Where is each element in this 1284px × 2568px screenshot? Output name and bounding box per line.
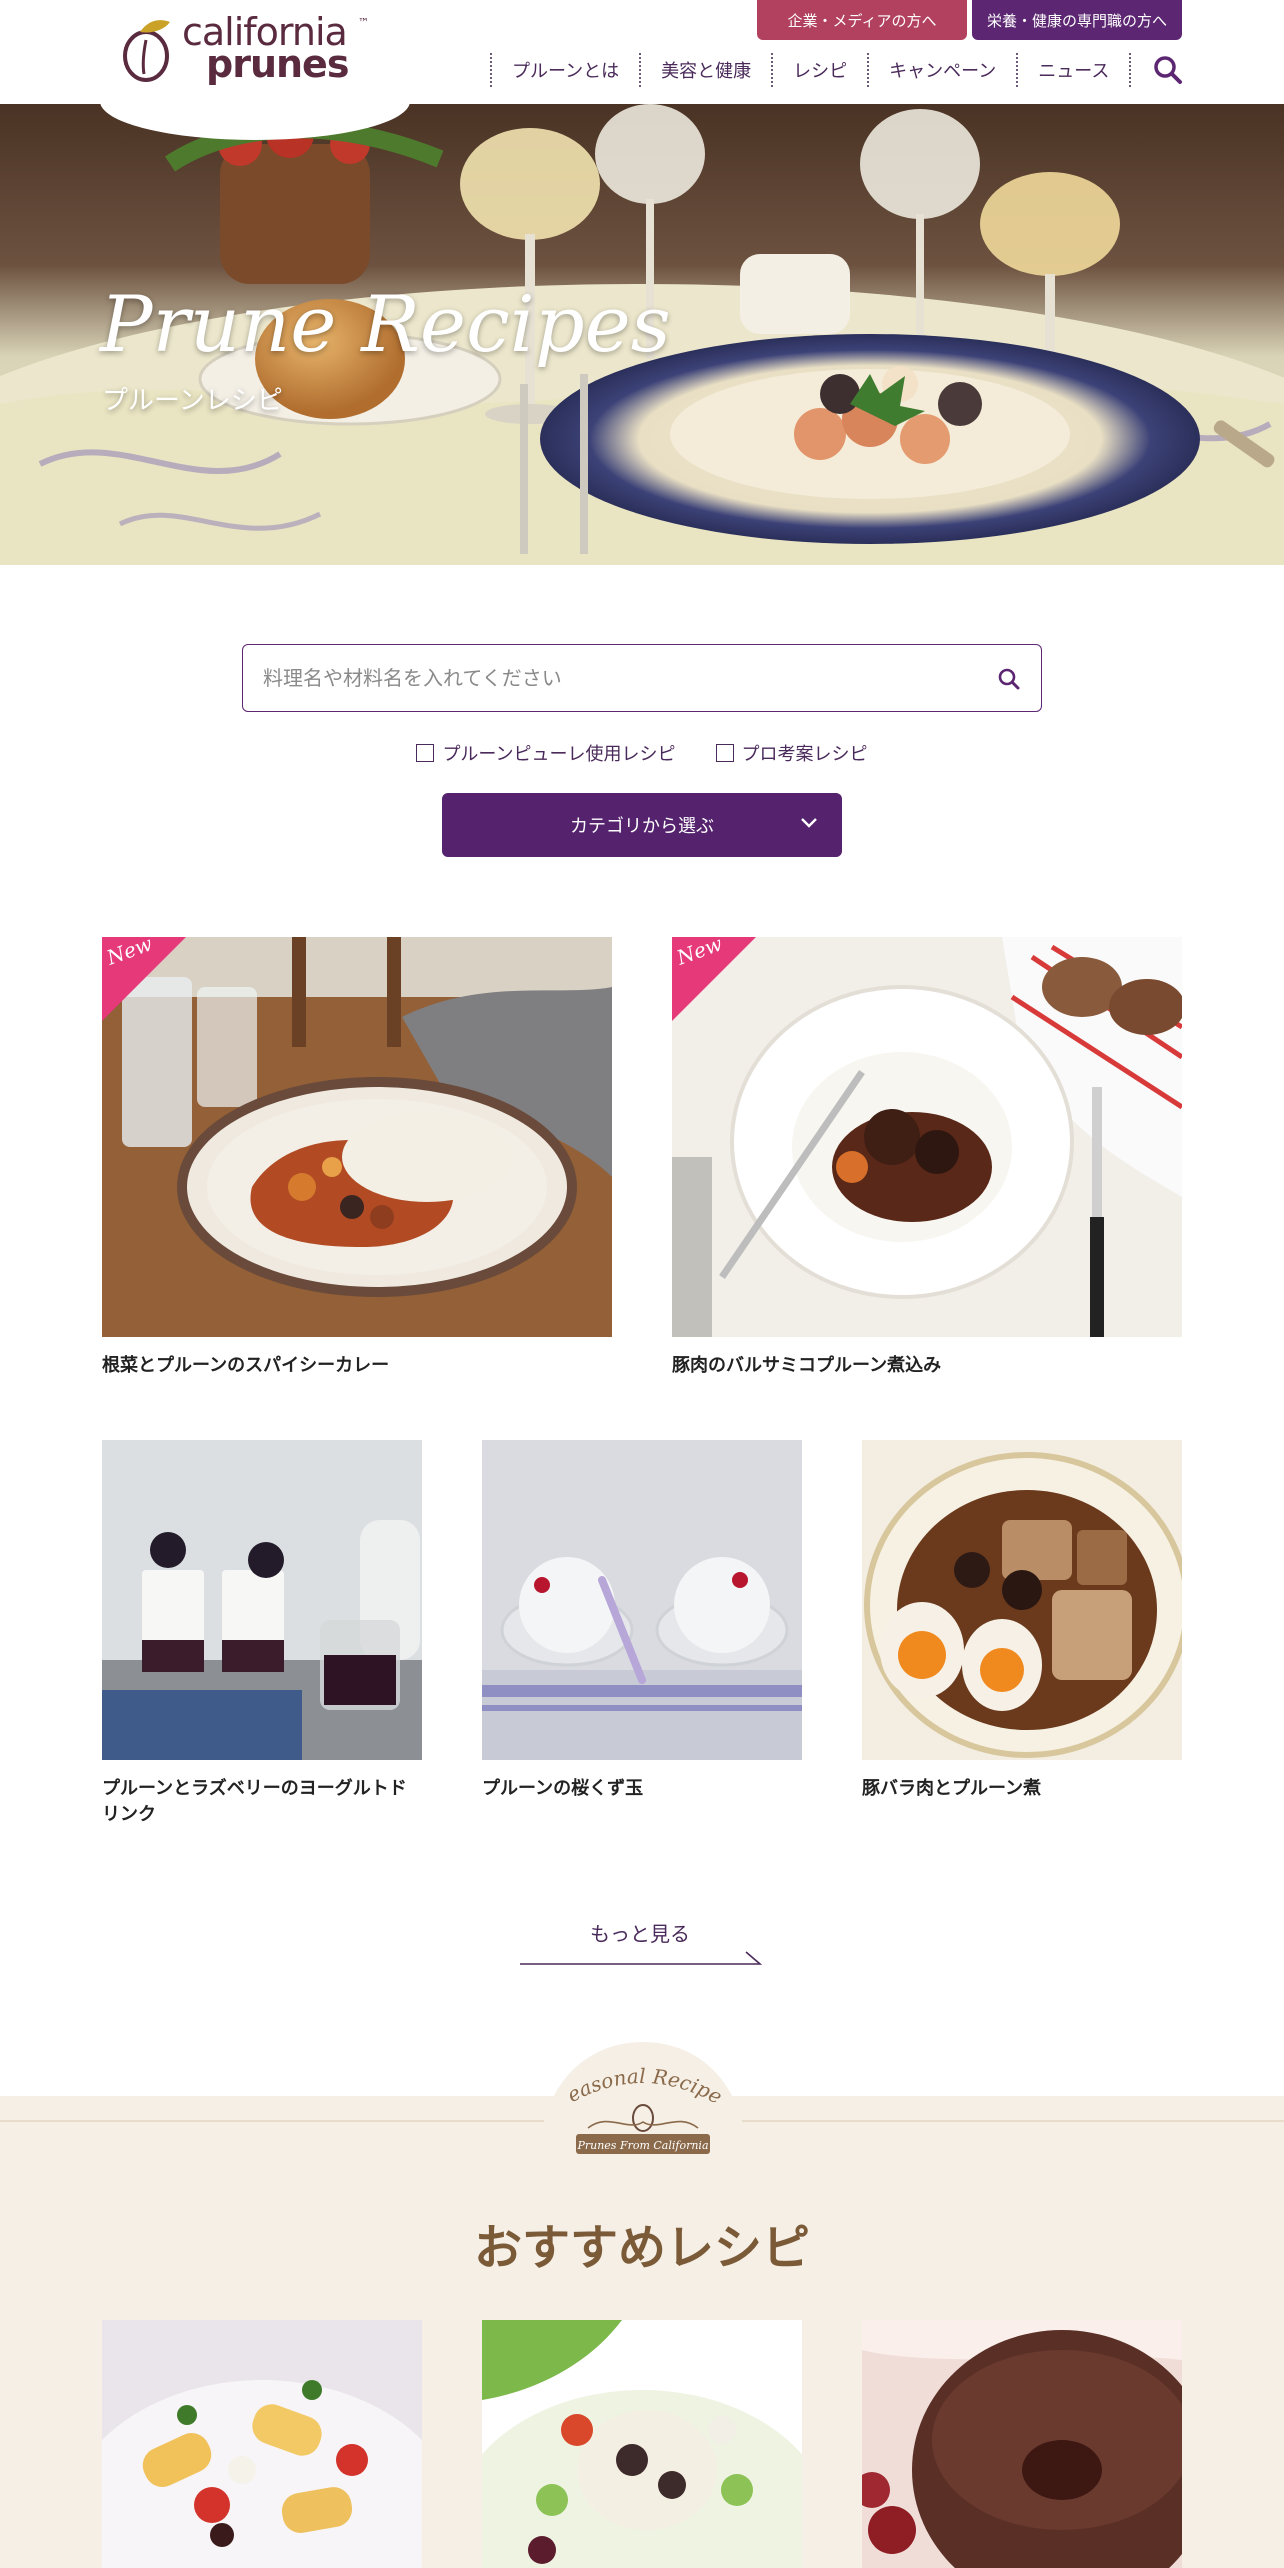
filter-label: プロ考案レシピ (741, 744, 868, 765)
badge-bottom-text: Prunes From California (576, 2139, 708, 2152)
recommended-card[interactable] (102, 2320, 422, 2568)
recipe-card[interactable]: プルーンの桜くず玉 (482, 1440, 802, 1802)
more-link-label: もっと見る (590, 1922, 690, 1946)
hero-subtitle: プルーンレシピ (102, 386, 283, 416)
professional-link-button[interactable]: 栄養・健康の専門職の方へ (972, 0, 1182, 40)
filter-puree[interactable]: プルーンピューレ使用レシピ (416, 740, 676, 766)
recipe-image[interactable] (102, 1440, 422, 1760)
new-badge: New (672, 937, 756, 1021)
arrow-right-icon (520, 1951, 763, 1965)
recipe-image[interactable] (482, 2320, 802, 2568)
main-nav: プルーンとは 美容と健康 レシピ キャンペーン ニュース (490, 52, 1132, 88)
hero-banner[interactable]: Prune Recipes プルーンレシピ (0, 104, 1284, 565)
search-icon[interactable] (997, 667, 1021, 691)
recipe-title[interactable]: 豚肉のバルサミコプルーン煮込み (672, 1353, 1182, 1379)
recipe-image[interactable] (862, 1440, 1182, 1760)
logo-text-prunes: prunes (206, 42, 349, 86)
filter-pro[interactable]: プロ考案レシピ (715, 740, 868, 766)
checkbox[interactable] (715, 744, 734, 762)
recipe-image[interactable] (102, 2320, 422, 2568)
recipe-card[interactable]: 豚バラ肉とプルーン煮 (862, 1440, 1182, 1802)
recipe-card[interactable]: プルーンとラズベリーのヨーグルトドリンク (102, 1440, 422, 1828)
recommended-title: おすすめレシピ (473, 2220, 810, 2276)
category-select-button[interactable]: カテゴリから選ぶ (442, 793, 842, 857)
recipe-image[interactable]: New (672, 937, 1182, 1337)
nav-item-news[interactable]: ニュース (1016, 53, 1132, 87)
nav-item-recipes[interactable]: レシピ (771, 53, 867, 87)
recipe-search-box (242, 644, 1042, 712)
site-logo[interactable]: california prunes ™ (100, 0, 410, 140)
hero-title: Prune Recipes (100, 280, 671, 370)
category-button-label: カテゴリから選ぶ (570, 816, 714, 837)
checkbox[interactable] (416, 744, 435, 762)
recipe-card[interactable]: New 豚肉のバルサミコプルーン煮込み (672, 937, 1182, 1379)
new-badge: New (102, 937, 186, 1021)
chevron-down-icon (801, 818, 817, 828)
recipe-title[interactable]: プルーンとラズベリーのヨーグルトドリンク (102, 1776, 422, 1828)
recipe-title[interactable]: 豚バラ肉とプルーン煮 (862, 1776, 1182, 1802)
more-link[interactable]: もっと見る (520, 1918, 764, 1965)
prune-logo-icon (123, 20, 170, 82)
recommended-card[interactable] (862, 2320, 1182, 2568)
nav-item-beauty-health[interactable]: 美容と健康 (639, 53, 771, 87)
logo-trademark: ™ (358, 16, 369, 29)
nav-item-about[interactable]: プルーンとは (490, 53, 639, 87)
recommended-card[interactable] (482, 2320, 802, 2568)
recipe-search-input[interactable] (263, 666, 983, 690)
nav-item-campaign[interactable]: キャンペーン (867, 53, 1016, 87)
recipe-card[interactable]: New 根菜とプルーンのスパイシーカレー (102, 937, 612, 1379)
search-icon[interactable] (1152, 54, 1184, 86)
recipe-image[interactable]: New (102, 937, 612, 1337)
filter-label: プルーンピューレ使用レシピ (442, 744, 676, 765)
recipe-image[interactable] (482, 1440, 802, 1760)
media-link-button[interactable]: 企業・メディアの方へ (757, 0, 967, 40)
recipe-title[interactable]: 根菜とプルーンのスパイシーカレー (102, 1353, 612, 1379)
seasonal-recipes-badge: Seasonal Recipes Prunes From California (528, 2042, 748, 2170)
recipe-image[interactable] (862, 2320, 1182, 2568)
recipe-title[interactable]: プルーンの桜くず玉 (482, 1776, 802, 1802)
recipe-filters: プルーンピューレ使用レシピ プロ考案レシピ (0, 740, 1284, 766)
